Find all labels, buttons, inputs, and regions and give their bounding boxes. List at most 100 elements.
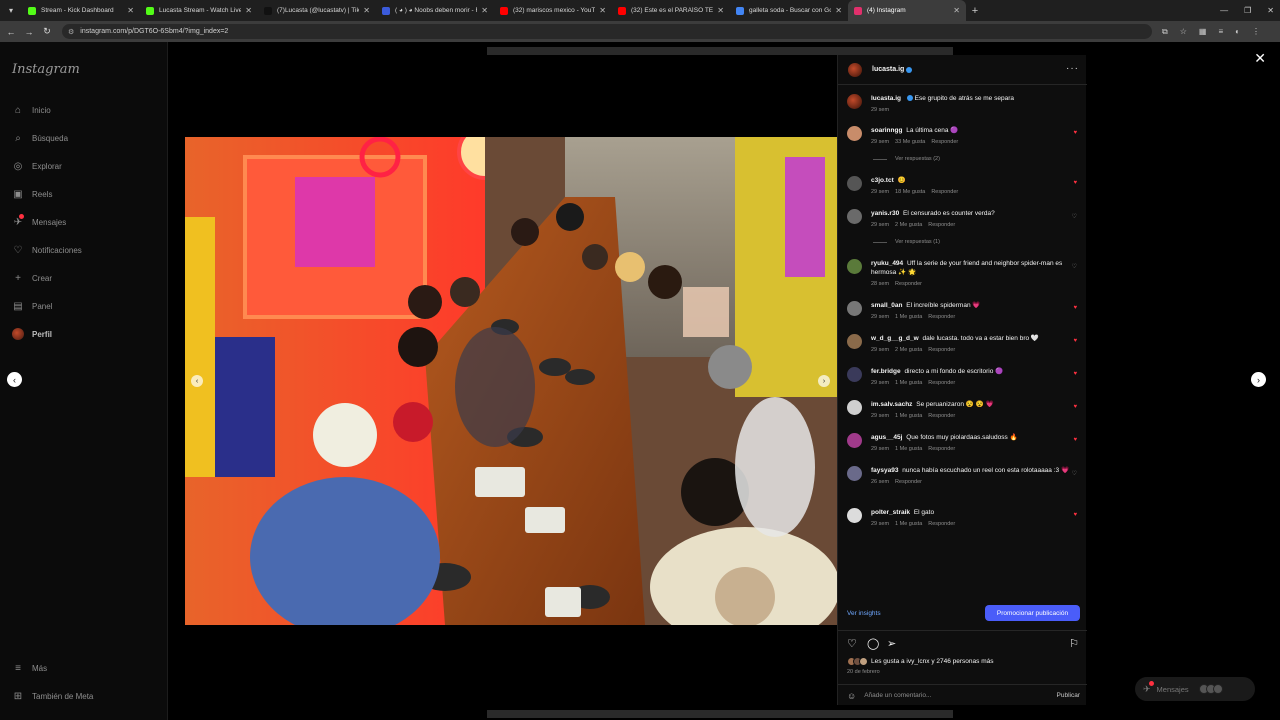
more-button[interactable]: ≡ Más (12, 662, 47, 674)
next-post-arrow-icon[interactable]: › (1251, 372, 1266, 387)
browser-tab[interactable]: (32) Este es el PARAÍSO TERRE✕ (612, 0, 730, 21)
comment-likes[interactable]: 2 Me gusta (895, 347, 922, 353)
sidebar-item-reels[interactable]: ▣ Reels (12, 188, 52, 200)
messages-pill[interactable]: ✈ Mensajes (1135, 677, 1255, 701)
tab-search-icon[interactable]: ▾ (0, 0, 22, 21)
comment-likes[interactable]: 1 Me gusta (895, 413, 922, 419)
prev-post-arrow-icon[interactable]: ‹ (7, 372, 22, 387)
commenter-avatar[interactable] (847, 433, 862, 448)
publish-button[interactable]: Publicar (1057, 692, 1080, 699)
site-info-icon[interactable]: ⚙ (68, 28, 74, 36)
also-from-meta-button[interactable]: ⊞ También de Meta (12, 690, 94, 702)
sidebar-item-notifications[interactable]: ♡ Notificaciones (12, 244, 82, 256)
profile-icon[interactable]: ◐ (1235, 27, 1240, 37)
sidebar-item-search[interactable]: ⌕ Búsqueda (12, 132, 68, 144)
comment-like-heart-icon[interactable]: ♡ (1072, 470, 1077, 477)
comment-like-heart-icon[interactable]: ♡ (1072, 213, 1077, 220)
share-send-icon[interactable]: ➢ (887, 637, 896, 650)
reply-button[interactable]: Responder (928, 222, 955, 228)
sidebar-item-profile[interactable]: Perfil (12, 328, 52, 340)
browser-tab[interactable]: Lucasta Stream - Watch Live on✕ (140, 0, 258, 21)
comment-bubble-icon[interactable]: ◯ (867, 637, 879, 650)
commenter-username[interactable]: soarinngg (871, 127, 902, 134)
tab-close-icon[interactable]: ✕ (481, 6, 488, 15)
comment-likes[interactable]: 1 Me gusta (895, 314, 922, 320)
tab-close-icon[interactable]: ✕ (599, 6, 606, 15)
comment-like-heart-icon[interactable]: ♥ (1073, 404, 1077, 410)
tab-close-icon[interactable]: ✕ (835, 6, 842, 15)
comment-input[interactable]: Añade un comentario... (864, 692, 931, 699)
reply-button[interactable]: Responder (895, 281, 922, 287)
view-insights-link[interactable]: Ver insights (847, 610, 881, 617)
commenter-username[interactable]: fer.bridge (871, 368, 901, 375)
tab-close-icon[interactable]: ✕ (363, 6, 370, 15)
instagram-logo[interactable]: Instagram (12, 62, 80, 77)
reply-button[interactable]: Responder (928, 380, 955, 386)
new-tab-button[interactable]: + (966, 5, 984, 17)
comment-like-heart-icon[interactable]: ♥ (1073, 338, 1077, 344)
comment-like-heart-icon[interactable]: ♥ (1073, 437, 1077, 443)
tab-close-icon[interactable]: ✕ (245, 6, 252, 15)
likes-summary[interactable]: Les gusta a ivy_lcnx y 2746 personas más (847, 657, 993, 666)
reply-button[interactable]: Responder (928, 521, 955, 527)
promote-post-button[interactable]: Promocionar publicación (985, 605, 1080, 621)
tab-close-icon[interactable]: ✕ (717, 6, 724, 15)
commenter-avatar[interactable] (847, 209, 862, 224)
tab-close-icon[interactable]: ✕ (127, 6, 134, 15)
close-window-icon[interactable]: ✕ (1267, 6, 1274, 15)
comment-likes[interactable]: 1 Me gusta (895, 521, 922, 527)
commenter-avatar[interactable] (847, 334, 862, 349)
reply-button[interactable]: Responder (928, 314, 955, 320)
reply-button[interactable]: Responder (931, 189, 958, 195)
more-options-icon[interactable]: ··· (1066, 63, 1079, 74)
sidebar-item-messages[interactable]: ✈ Mensajes (12, 214, 66, 228)
sidebar-item-dashboard[interactable]: ▤ Panel (12, 300, 52, 312)
commenter-avatar[interactable] (847, 400, 862, 415)
comment-like-heart-icon[interactable]: ♥ (1073, 130, 1077, 136)
sidebar-item-explore[interactable]: ◎ Explorar (12, 160, 62, 172)
minimize-icon[interactable]: — (1220, 6, 1228, 15)
commenter-username[interactable]: ryuku_494 (871, 260, 903, 267)
commenter-avatar[interactable] (847, 466, 862, 481)
like-heart-icon[interactable]: ♡ (847, 637, 857, 650)
bookmark-star-icon[interactable]: ☆ (1180, 27, 1187, 37)
comment-likes[interactable]: 1 Me gusta (895, 380, 922, 386)
sidebar-item-home[interactable]: ⌂ Inicio (12, 104, 51, 116)
comment-likes[interactable]: 33 Me gusta (895, 139, 925, 145)
commenter-username[interactable]: im.salv.sachz (871, 401, 912, 408)
comment-like-heart-icon[interactable]: ♥ (1073, 512, 1077, 518)
browser-tab[interactable]: ( ◕ ) ◕ Noobs deben morir - R ✕ (376, 0, 494, 21)
reply-button[interactable]: Responder (895, 479, 922, 485)
comment-like-heart-icon[interactable]: ♥ (1073, 305, 1077, 311)
tab-close-icon[interactable]: ✕ (953, 6, 960, 15)
reload-icon[interactable]: ↻ (38, 26, 56, 37)
reply-button[interactable]: Responder (928, 413, 955, 419)
close-icon[interactable]: ✕ (1254, 50, 1266, 67)
author-username[interactable]: lucasta.ig (872, 66, 904, 73)
commenter-avatar[interactable] (847, 259, 862, 274)
commenter-avatar[interactable] (847, 301, 862, 316)
comment-likes[interactable]: 1 Me gusta (895, 446, 922, 452)
emoji-icon[interactable]: ☺ (847, 691, 856, 701)
comment-like-heart-icon[interactable]: ♥ (1073, 371, 1077, 377)
author-avatar[interactable] (848, 62, 862, 77)
comment-likes[interactable]: 2 Me gusta (895, 222, 922, 228)
caption-username[interactable]: lucasta.ig (871, 95, 901, 102)
reply-button[interactable]: Responder (931, 139, 958, 145)
commenter-username[interactable]: small_0an (871, 302, 902, 309)
media-icon[interactable]: ≡ (1218, 27, 1223, 37)
browser-tab[interactable]: Stream - Kick Dashboard ✕ (22, 0, 140, 21)
caption-avatar[interactable] (847, 94, 862, 109)
browser-tab[interactable]: (4) Instagram ✕ (848, 0, 966, 21)
install-icon[interactable]: ⧉ (1162, 27, 1168, 37)
extensions-icon[interactable]: ▦ (1199, 27, 1207, 37)
photo-prev-icon[interactable]: ‹ (191, 375, 203, 387)
comment-like-heart-icon[interactable]: ♡ (1072, 263, 1077, 270)
view-replies-link[interactable]: Ver respuestas (1) (873, 239, 940, 245)
url-bar[interactable]: ⚙ instagram.com/p/DGT6O-6Sbm4/?img_index… (62, 24, 1152, 39)
commenter-username[interactable]: c3jo.tct (871, 177, 894, 184)
commenter-username[interactable]: w_d_g__g_d_w (871, 335, 919, 342)
menu-icon[interactable]: ⋮ (1252, 27, 1260, 37)
commenter-username[interactable]: polter_straik (871, 509, 910, 516)
commenter-username[interactable]: faysya93 (871, 467, 898, 474)
